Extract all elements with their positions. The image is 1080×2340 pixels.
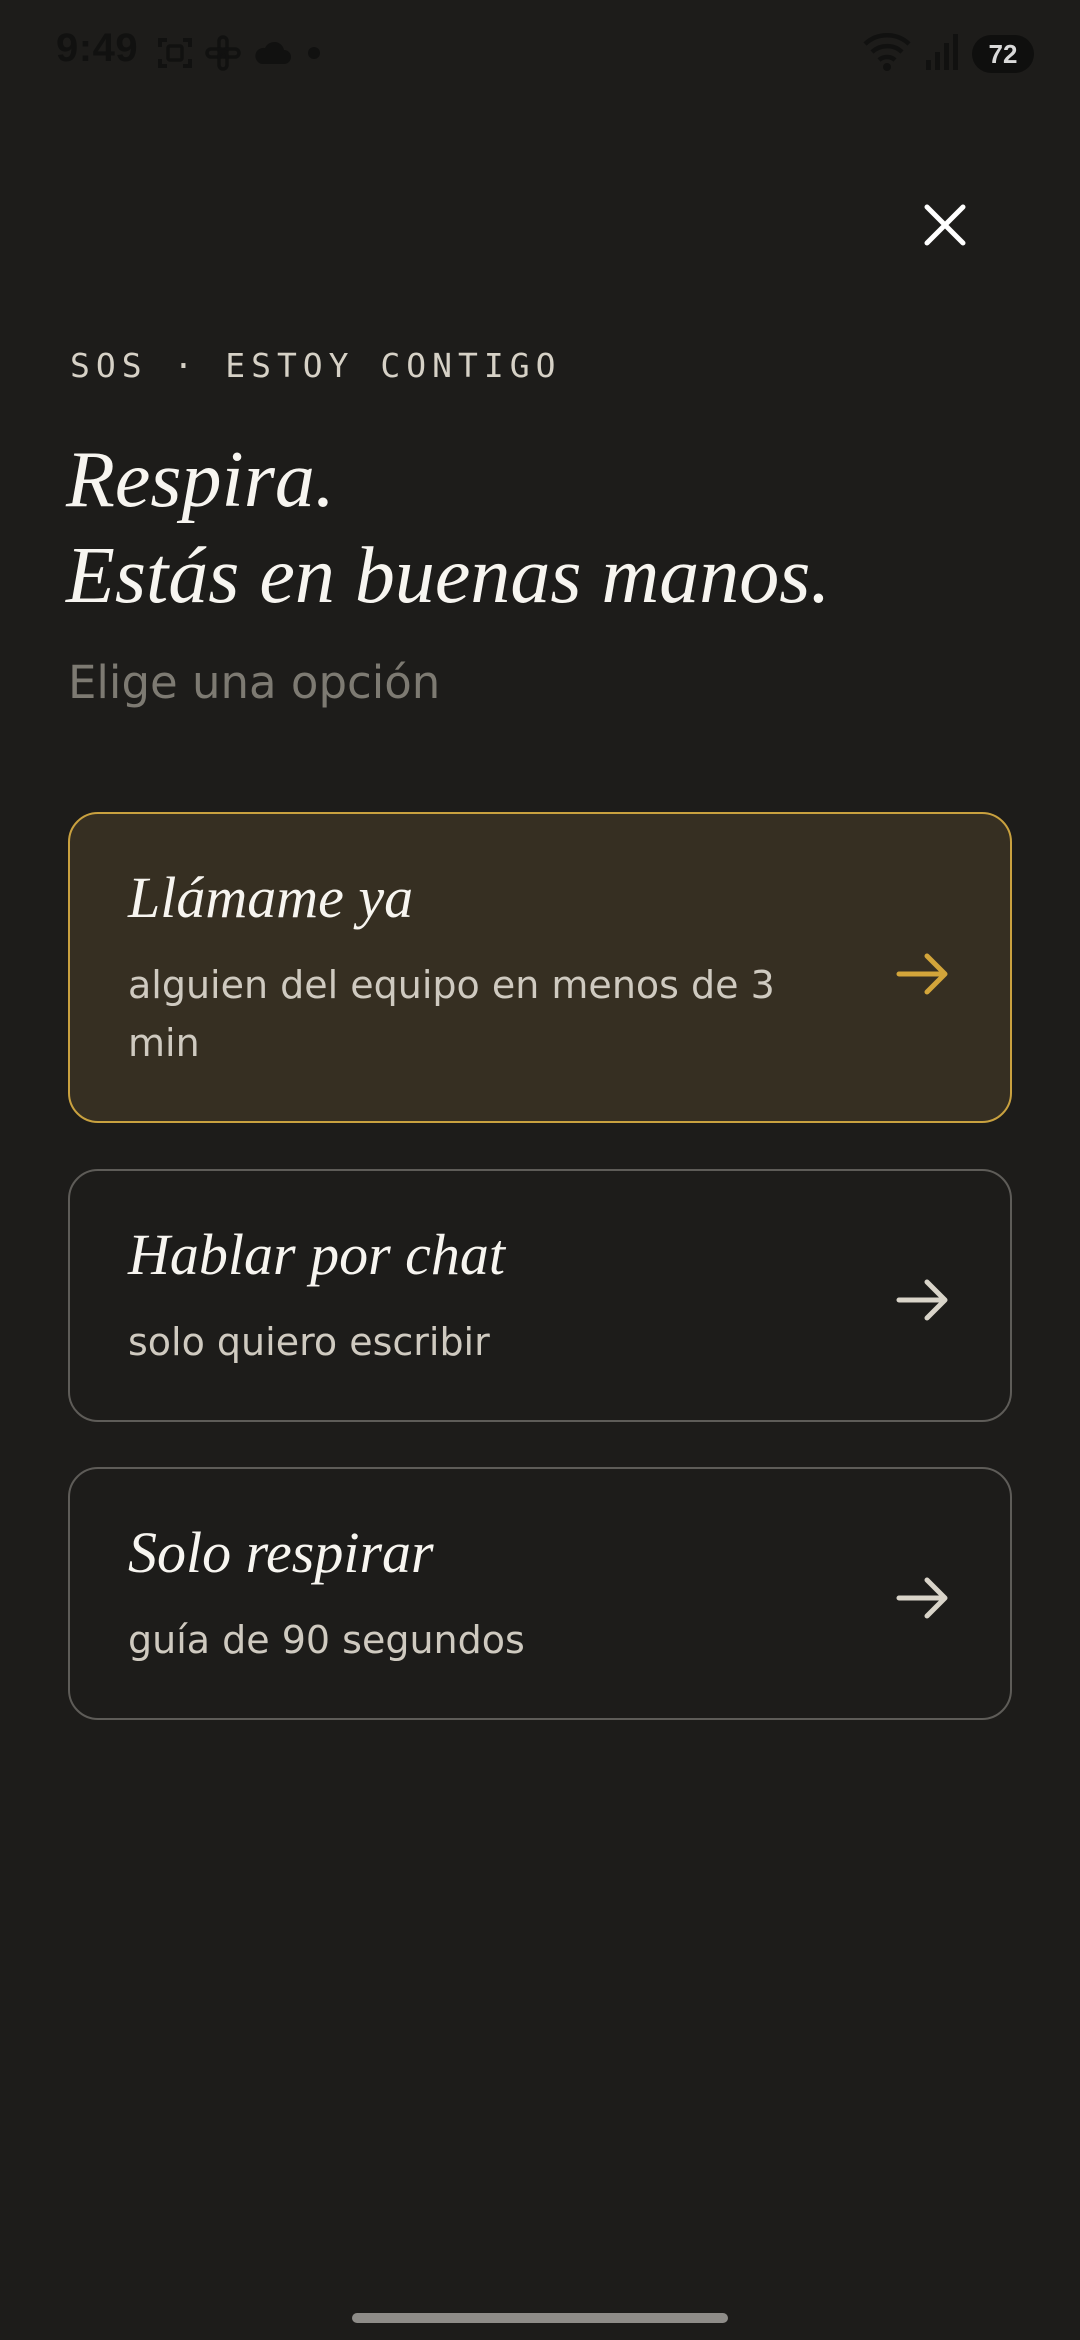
arrow-right-icon	[896, 953, 948, 995]
screenshot-icon	[156, 35, 194, 71]
option-title: Llámame ya	[128, 865, 414, 930]
wifi-icon	[862, 32, 912, 76]
cloud-icon	[252, 38, 292, 68]
signal-icon	[924, 32, 960, 76]
option-subtitle: solo quiero escribir	[128, 1320, 490, 1364]
home-indicator[interactable]	[352, 2313, 728, 2323]
close-button[interactable]	[916, 196, 974, 254]
call-me-now-button[interactable]: Llámame ya alguien del equipo en menos d…	[68, 812, 1012, 1123]
battery-icon: 72	[972, 35, 1034, 73]
arrow-right-icon	[896, 1577, 948, 1619]
dot-icon	[302, 41, 326, 65]
subtitle: Elige una opción	[68, 656, 441, 709]
status-time: 9:49	[56, 26, 139, 70]
option-subtitle: alguien del equipo en menos de 3 min	[128, 963, 775, 1065]
option-title: Hablar por chat	[128, 1222, 505, 1287]
arrow-right-icon	[896, 1279, 948, 1321]
close-icon	[924, 204, 966, 246]
breathe-button[interactable]: Solo respirar guía de 90 segundos	[68, 1467, 1012, 1720]
option-title: Solo respirar	[128, 1520, 434, 1585]
option-subtitle: guía de 90 segundos	[128, 1618, 525, 1662]
status-bar: 9:49 72	[0, 0, 1080, 108]
status-icons-left	[156, 34, 326, 72]
eyebrow-label: SOS · ESTOY CONTIGO	[70, 346, 562, 385]
headline-line-1: Respira.	[66, 436, 335, 524]
slack-icon	[204, 34, 242, 72]
page-title: Respira. Estás en buenas manos.	[66, 432, 830, 624]
headline-line-2: Estás en buenas manos.	[66, 532, 831, 620]
chat-button[interactable]: Hablar por chat solo quiero escribir	[68, 1169, 1012, 1422]
status-icons-right: 72	[862, 32, 1034, 76]
